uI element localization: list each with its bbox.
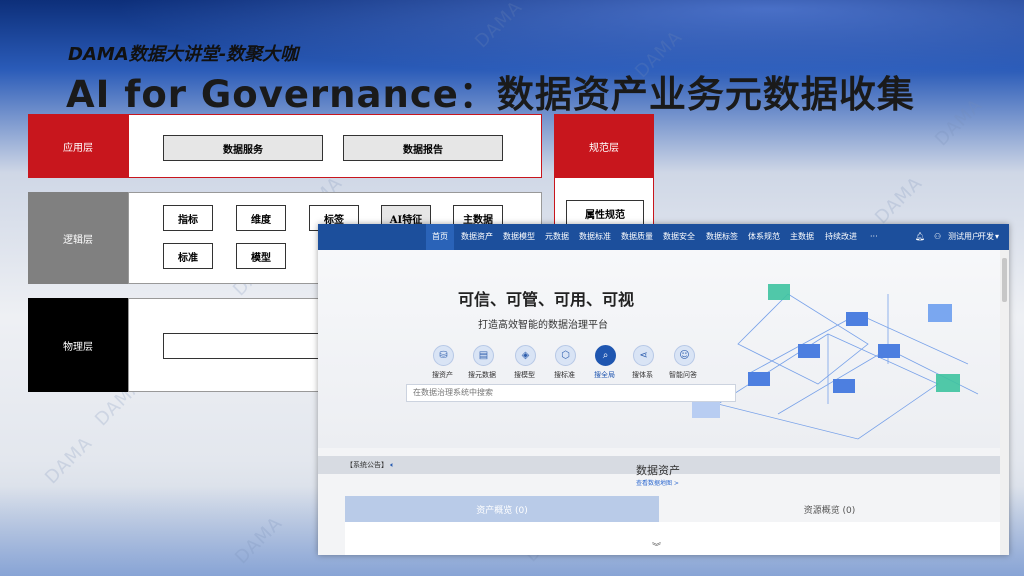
- nav-item-continuous-improve[interactable]: 持续改进: [825, 224, 857, 250]
- slide-title: AI for Governance：数据资产业务元数据收集: [66, 73, 915, 116]
- cube-icon[interactable]: ⬡: [555, 345, 576, 366]
- quick-label-metadata[interactable]: 搜元数据: [468, 370, 496, 380]
- announcement-label: 【系统公告】 🔈︎: [346, 460, 394, 470]
- nav-item-data-tag[interactable]: 数据标签: [706, 224, 738, 250]
- search-icon[interactable]: ⌕: [595, 345, 616, 366]
- speaker-icon: 🔈︎: [390, 461, 395, 469]
- model-icon[interactable]: ◈: [515, 345, 536, 366]
- logic-layer-label: 逻辑层: [28, 192, 128, 284]
- quick-label-standard[interactable]: 搜标准: [554, 370, 575, 380]
- metric-box: 指标: [163, 205, 213, 231]
- nav-item-data-model[interactable]: 数据模型: [503, 224, 535, 250]
- model-box: 模型: [236, 243, 286, 269]
- nav-item-metadata[interactable]: 元数据: [545, 224, 569, 250]
- user-icon[interactable]: ⚇: [934, 224, 941, 250]
- top-nav: 首页 数据资产 数据模型 元数据 数据标准 数据质量 数据安全 数据标签 体系规…: [318, 224, 1009, 250]
- governance-app-window: 首页 数据资产 数据模型 元数据 数据标准 数据质量 数据安全 数据标签 体系规…: [318, 224, 1009, 555]
- hero-title: 可信、可管、可用、可视: [458, 290, 635, 309]
- attribute-spec-box: 属性规范: [566, 200, 644, 226]
- hero-banner: 可信、可管、可用、可视 打造高效智能的数据治理平台 ⛁ ▤ ◈ ⬡ ⌕ ⋖ ☺ …: [318, 250, 1000, 474]
- physical-layer-label: 物理层: [28, 298, 128, 392]
- physical-box: [163, 333, 325, 359]
- nav-item-data-standard[interactable]: 数据标准: [579, 224, 611, 250]
- quick-label-asset[interactable]: 搜资产: [432, 370, 453, 380]
- nav-item-data-asset[interactable]: 数据资产: [461, 224, 493, 250]
- quick-label-model[interactable]: 搜模型: [514, 370, 535, 380]
- assets-section-title: 数据资产: [636, 464, 680, 477]
- nav-item-master-data[interactable]: 主数据: [790, 224, 814, 250]
- app-layer-label: 应用层: [28, 114, 128, 178]
- nav-item-data-security[interactable]: 数据安全: [663, 224, 695, 250]
- chart-icon[interactable]: ▤: [473, 345, 494, 366]
- overview-panel: [345, 522, 1000, 555]
- quick-label-global[interactable]: 搜全局: [594, 370, 615, 380]
- nav-item-data-quality[interactable]: 数据质量: [621, 224, 653, 250]
- tab-asset-overview[interactable]: 资产概览 (0): [345, 496, 659, 522]
- scroll-down-icon[interactable]: ︾: [652, 540, 661, 553]
- scrollbar-thumb[interactable]: [1002, 258, 1007, 302]
- database-icon[interactable]: ⛁: [433, 345, 454, 366]
- standard-box: 标准: [163, 243, 213, 269]
- robot-icon[interactable]: ☺: [674, 345, 695, 366]
- view-data-map-link[interactable]: 查看数据地图 >: [636, 478, 679, 487]
- slide-subtitle: DAMA数据大讲堂-数聚大咖: [68, 44, 299, 65]
- search-input[interactable]: [406, 384, 736, 402]
- env-selector[interactable]: 开发: [978, 224, 994, 250]
- quick-label-qa[interactable]: 智能问答: [669, 370, 697, 380]
- chevron-down-icon[interactable]: ▾: [995, 224, 999, 250]
- tab-resource-overview[interactable]: 资源概览 (0): [659, 496, 1000, 522]
- data-report-box: 数据报告: [343, 135, 503, 161]
- data-service-box: 数据服务: [163, 135, 323, 161]
- hero-subtitle: 打造高效智能的数据治理平台: [478, 320, 608, 331]
- announcement-text: 【系统公告】: [346, 461, 388, 469]
- share-icon[interactable]: ⋖: [633, 345, 654, 366]
- dimension-box: 维度: [236, 205, 286, 231]
- nav-item-home[interactable]: 首页: [426, 224, 454, 250]
- nav-item-system-spec[interactable]: 体系规范: [748, 224, 780, 250]
- norm-layer-label: 规范层: [554, 114, 654, 178]
- quick-label-system[interactable]: 搜体系: [632, 370, 653, 380]
- network-illustration: [692, 284, 979, 440]
- current-user[interactable]: 测试用户: [948, 224, 980, 250]
- bell-icon[interactable]: 🔔︎: [915, 224, 925, 250]
- nav-item-more[interactable]: ···: [870, 224, 878, 250]
